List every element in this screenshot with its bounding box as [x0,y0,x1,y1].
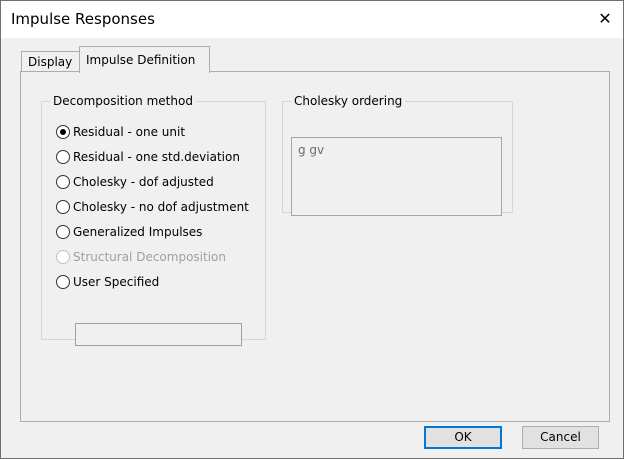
radio-residual-one-std-deviation[interactable]: Residual - one std.deviation [56,150,240,164]
cholesky-ordering-group: Cholesky ordering g gv [282,94,513,216]
ok-button[interactable]: OK [424,426,502,449]
title-bar: Impulse Responses ✕ [1,1,623,38]
close-icon[interactable]: ✕ [593,7,617,31]
radio-structural-decomposition: Structural Decomposition [56,250,226,264]
radio-label: User Specified [73,275,160,289]
radio-unselected-icon [56,225,70,239]
radio-label: Residual - one std.deviation [73,150,240,164]
dialog-title: Impulse Responses [11,10,155,28]
radio-selected-icon [56,125,70,139]
radio-label: Structural Decomposition [73,250,226,264]
radio-label: Cholesky - dof adjusted [73,175,214,189]
cancel-button[interactable]: Cancel [522,426,599,449]
impulse-responses-dialog: Impulse Responses ✕ Display Impulse Defi… [0,0,624,459]
user-specified-input[interactable] [75,323,242,346]
impulse-definition-panel: Decomposition method Residual - one unit… [20,71,610,422]
radio-unselected-icon [56,175,70,189]
decomposition-method-group: Decomposition method Residual - one unit… [41,94,266,346]
radio-generalized-impulses[interactable]: Generalized Impulses [56,225,202,239]
radio-unselected-icon [56,200,70,214]
tab-impulse-definition[interactable]: Impulse Definition [79,46,210,73]
radio-unselected-icon [56,275,70,289]
radio-unselected-icon [56,150,70,164]
radio-cholesky-no-dof-adjustment[interactable]: Cholesky - no dof adjustment [56,200,249,214]
radio-residual-one-unit[interactable]: Residual - one unit [56,125,185,139]
radio-disabled-icon [56,250,70,264]
radio-label: Cholesky - no dof adjustment [73,200,249,214]
decomposition-method-legend: Decomposition method [50,94,196,108]
cholesky-ordering-field[interactable]: g gv [291,137,502,216]
radio-label: Residual - one unit [73,125,186,139]
cholesky-ordering-legend: Cholesky ordering [291,94,406,108]
radio-user-specified[interactable]: User Specified [56,275,159,289]
radio-cholesky-dof-adjusted[interactable]: Cholesky - dof adjusted [56,175,214,189]
radio-label: Generalized Impulses [73,225,203,239]
